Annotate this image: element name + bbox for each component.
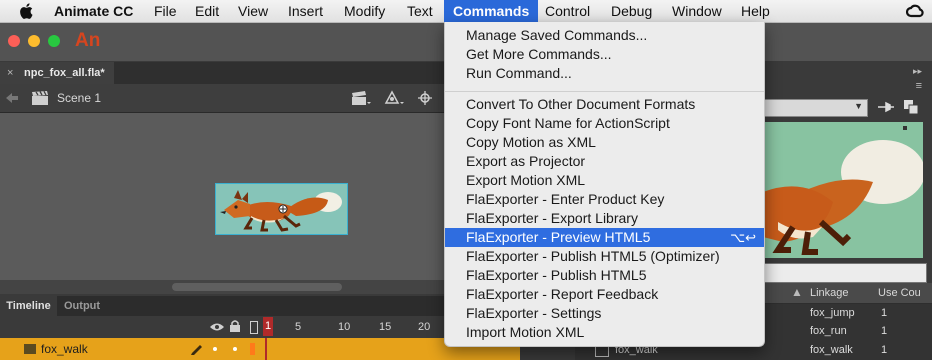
panel-menu-icon[interactable]: ▸▸ xyxy=(913,66,922,77)
tab-timeline[interactable]: Timeline xyxy=(0,296,57,316)
menu-commands[interactable]: Commands xyxy=(444,0,539,22)
tab-output[interactable]: Output xyxy=(64,296,100,316)
menu-item-manage-saved-commands[interactable]: Manage Saved Commands... xyxy=(445,26,764,45)
menu-control[interactable]: Control xyxy=(545,0,590,22)
panel-options-icon[interactable]: ≡ xyxy=(916,80,922,92)
playhead[interactable]: 1 xyxy=(263,317,273,336)
frame-number: 5 xyxy=(295,321,302,333)
library-search-input[interactable] xyxy=(763,263,927,283)
menu-modify[interactable]: Modify xyxy=(344,0,385,22)
pencil-icon[interactable] xyxy=(190,342,202,355)
menubar: Animate CC File Edit View Insert Modify … xyxy=(0,0,932,23)
linkage-column-header[interactable]: Linkage xyxy=(810,287,849,299)
scene-label[interactable]: Scene 1 xyxy=(57,91,101,105)
menu-item-flaexporter-settings[interactable]: FlaExporter - Settings xyxy=(445,304,764,323)
menu-item-export-motion-xml[interactable]: Export Motion XML xyxy=(445,171,764,190)
snap-icon[interactable] xyxy=(384,90,406,106)
outline-swatch[interactable] xyxy=(250,343,255,355)
menu-item-copy-font-name[interactable]: Copy Font Name for ActionScript xyxy=(445,114,764,133)
fox-walk-artwork xyxy=(220,190,342,232)
menu-help[interactable]: Help xyxy=(741,0,770,22)
menu-item-convert-document-formats[interactable]: Convert To Other Document Formats xyxy=(445,95,764,114)
menu-item-flaexporter-publish-html5[interactable]: FlaExporter - Publish HTML5 xyxy=(445,266,764,285)
linkage-cell: fox_jump xyxy=(810,307,855,319)
outline-toggle-icon[interactable] xyxy=(250,321,258,334)
frame-number: 10 xyxy=(338,321,351,333)
layer-name[interactable]: fox_walk xyxy=(41,342,88,356)
timeline-tabbar: Timeline Output xyxy=(0,296,520,316)
library-document-dropdown[interactable]: ▼ xyxy=(760,99,868,117)
menu-item-flaexporter-report-feedback[interactable]: FlaExporter - Report Feedback xyxy=(445,285,764,304)
menu-item-copy-motion-xml[interactable]: Copy Motion as XML xyxy=(445,133,764,152)
layer-icon xyxy=(24,344,36,354)
menu-item-import-motion-xml[interactable]: Import Motion XML xyxy=(445,323,764,342)
scene-bar: Scene 1 xyxy=(0,84,520,113)
menu-window[interactable]: Window xyxy=(672,0,722,22)
use-count-cell: 1 xyxy=(881,325,888,337)
pin-icon[interactable] xyxy=(878,101,894,113)
animate-logo: An xyxy=(75,30,101,51)
menu-insert[interactable]: Insert xyxy=(288,0,323,22)
linkage-cell: fox_run xyxy=(810,325,847,337)
document-tab[interactable]: × npc_fox_all.fla* xyxy=(0,62,114,84)
linkage-cell: fox_walk xyxy=(810,344,853,356)
back-arrow-icon[interactable] xyxy=(6,93,18,103)
keyboard-shortcut: ⌥↩ xyxy=(730,230,756,245)
menu-item-flaexporter-publish-optimizer[interactable]: FlaExporter - Publish HTML5 (Optimizer) xyxy=(445,247,764,266)
menu-item-flaexporter-product-key[interactable]: FlaExporter - Enter Product Key xyxy=(445,190,764,209)
menu-item-flaexporter-preview-html5[interactable]: FlaExporter - Preview HTML5 ⌥↩ xyxy=(445,228,764,247)
menu-view[interactable]: View xyxy=(238,0,268,22)
app-name-menu[interactable]: Animate CC xyxy=(54,0,133,22)
timeline-header: 1 5 10 15 20 xyxy=(0,316,520,338)
menu-item-run-command[interactable]: Run Command... xyxy=(445,64,764,83)
menu-text[interactable]: Text xyxy=(407,0,433,22)
menu-item-export-projector[interactable]: Export as Projector xyxy=(445,152,764,171)
preview-marker xyxy=(903,126,907,130)
document-tab-label: npc_fox_all.fla* xyxy=(24,67,105,79)
menu-separator xyxy=(445,91,764,92)
close-window-button[interactable] xyxy=(8,35,20,47)
lock-dot[interactable] xyxy=(233,347,237,351)
menu-file[interactable]: File xyxy=(154,0,177,22)
menu-item-flaexporter-export-library[interactable]: FlaExporter - Export Library xyxy=(445,209,764,228)
use-count-cell: 1 xyxy=(881,344,888,356)
playhead-line xyxy=(265,338,267,360)
menu-debug[interactable]: Debug xyxy=(611,0,652,22)
sort-arrow-icon[interactable]: ▲ xyxy=(791,285,803,299)
visibility-dot[interactable] xyxy=(213,347,217,351)
close-tab-icon[interactable]: × xyxy=(7,62,13,84)
new-library-panel-icon[interactable] xyxy=(904,100,918,114)
eye-icon[interactable] xyxy=(210,322,224,332)
fox-symbol-instance[interactable] xyxy=(215,183,348,235)
zoom-window-button[interactable] xyxy=(48,35,60,47)
frame-number: 20 xyxy=(418,321,431,333)
minimize-window-button[interactable] xyxy=(28,35,40,47)
lock-icon[interactable] xyxy=(230,320,240,332)
menu-edit[interactable]: Edit xyxy=(195,0,219,22)
crosshair-icon[interactable] xyxy=(418,91,432,105)
apple-icon[interactable] xyxy=(20,3,34,19)
frame-number: 15 xyxy=(379,321,392,333)
timeline-layer-row[interactable]: fox_walk xyxy=(0,338,520,360)
edit-symbols-icon[interactable] xyxy=(352,91,372,105)
creative-cloud-icon[interactable] xyxy=(906,3,924,19)
scrollbar-thumb[interactable] xyxy=(172,283,342,291)
chevron-down-icon: ▼ xyxy=(854,101,863,111)
use-count-cell: 1 xyxy=(881,307,888,319)
fox-preview-artwork xyxy=(763,140,923,255)
commands-dropdown-menu: Manage Saved Commands... Get More Comman… xyxy=(444,22,765,347)
use-count-column-header[interactable]: Use Cou xyxy=(878,287,921,299)
library-preview xyxy=(763,122,923,258)
clapperboard-icon xyxy=(32,91,48,105)
menu-item-get-more-commands[interactable]: Get More Commands... xyxy=(445,45,764,64)
